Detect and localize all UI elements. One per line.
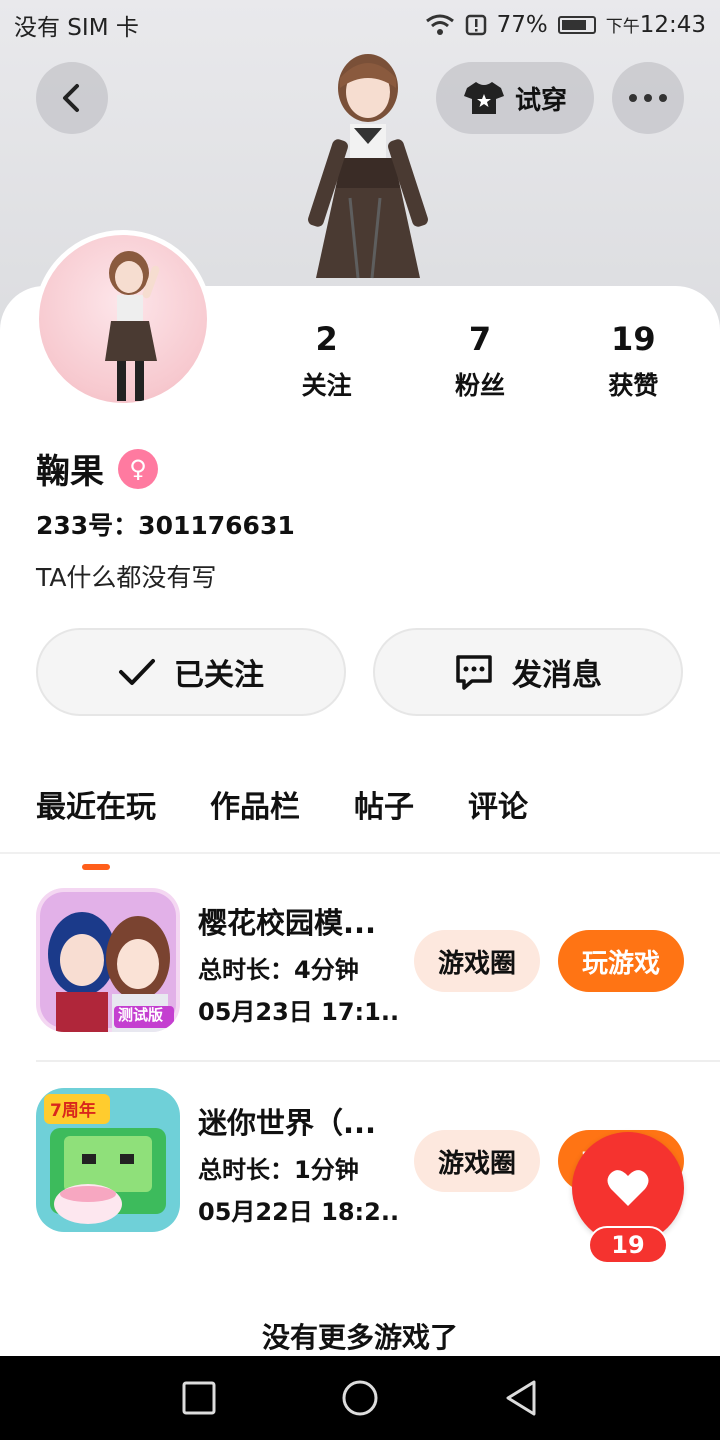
tab-comments[interactable]: 评论 (468, 782, 528, 826)
stat-value: 2 (315, 320, 338, 358)
back-nav-icon[interactable] (504, 1379, 538, 1417)
tab-posts[interactable]: 帖子 (354, 782, 414, 826)
recent-apps-icon[interactable] (182, 1381, 216, 1415)
tab-works[interactable]: 作品栏 (210, 782, 300, 826)
game-last-played: 05月23日 17:1... (198, 998, 398, 1026)
battery-icon (557, 16, 596, 34)
female-icon: ♀ (118, 448, 158, 489)
game-row[interactable]: 测试版 樱花校园模... 总时长：4分钟 05月23日 17:1... 游戏圈 … (36, 888, 720, 1038)
heart-icon (607, 1170, 649, 1206)
tshirt-icon (463, 82, 504, 114)
tab-divider (0, 852, 720, 854)
try-on-button[interactable]: 试穿 (436, 62, 594, 134)
stat-following[interactable]: 2 关注 (250, 320, 403, 402)
following-label: 已关注 (174, 658, 264, 693)
battery-percent: 77% (496, 12, 548, 38)
more-button[interactable] (612, 62, 684, 134)
user-name: 鞠果 (36, 452, 104, 492)
stat-label: 关注 (301, 371, 352, 400)
alert-icon (465, 14, 486, 36)
clock: 12:43 (639, 12, 706, 38)
profile-stats: 2 关注 7 粉丝 19 获赞 (250, 320, 710, 402)
avatar-3d-figure (308, 54, 428, 279)
time-prefix: 下午 (605, 17, 640, 37)
game-icon-badge: 测试版 (118, 1006, 164, 1024)
carrier-label: 没有 SIM 卡 (14, 15, 139, 41)
game-icon-badge: 7周年 (50, 1101, 96, 1121)
try-on-label: 试穿 (514, 85, 567, 116)
stat-likes[interactable]: 19 获赞 (557, 320, 710, 402)
game-circle-button[interactable]: 游戏圈 (414, 930, 540, 992)
no-more-games-text: 没有更多游戏了 (261, 1321, 458, 1354)
more-dots-icon (629, 94, 667, 102)
tab-recently-played[interactable]: 最近在玩 (36, 782, 156, 826)
user-bio: TA什么都没有写 (36, 563, 217, 592)
send-message-label: 发消息 (512, 658, 602, 693)
row-divider (36, 1060, 720, 1062)
game-last-played: 05月22日 18:2... (198, 1198, 398, 1226)
game-icon-sakura-school[interactable]: 测试版 (36, 888, 180, 1032)
stat-followers[interactable]: 7 粉丝 (403, 320, 556, 402)
stat-value: 19 (611, 320, 656, 358)
game-circle-button[interactable]: 游戏圈 (414, 1130, 540, 1192)
avatar[interactable] (34, 230, 212, 408)
chevron-left-icon (63, 84, 79, 112)
play-game-button[interactable]: 玩游戏 (558, 930, 684, 992)
game-title: 迷你世界（... (198, 1106, 377, 1140)
system-nav-bar (0, 1356, 720, 1440)
name-row: 鞠果 ♀ (36, 444, 158, 493)
back-button[interactable] (36, 62, 108, 134)
game-duration: 总时长：1分钟 (198, 1156, 359, 1184)
like-count: 19 (588, 1226, 668, 1264)
status-bar: 没有 SIM 卡 77% 下午12:43 (0, 0, 720, 50)
avatar-figure-image (105, 251, 160, 401)
game-icon-mini-world[interactable]: 7周年 (36, 1088, 180, 1232)
home-icon[interactable] (341, 1379, 379, 1417)
game-title: 樱花校园模... (198, 906, 377, 940)
stat-label: 粉丝 (454, 371, 505, 400)
chat-bubble-icon (456, 655, 492, 690)
stat-label: 获赞 (608, 371, 659, 400)
stat-value: 7 (468, 320, 492, 358)
send-message-button[interactable]: 发消息 (373, 628, 683, 716)
profile-tabs: 最近在玩 作品栏 帖子 评论 (36, 782, 582, 826)
user-id: 233号：301176631 (36, 511, 295, 540)
wifi-icon (425, 14, 454, 35)
check-icon (119, 659, 155, 685)
following-button[interactable]: 已关注 (36, 628, 346, 716)
game-duration: 总时长：4分钟 (198, 956, 359, 984)
